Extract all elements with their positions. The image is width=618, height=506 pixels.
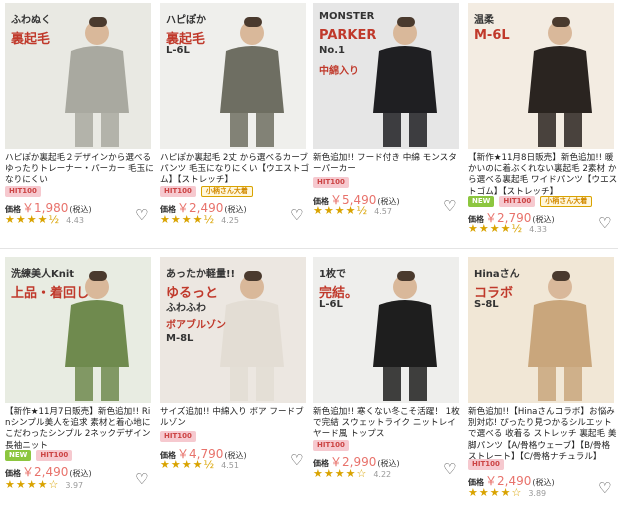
product-image-caption: ハピぽか: [166, 15, 206, 26]
product-image-caption: L-6L: [166, 45, 190, 56]
product-title[interactable]: ハピぽか裏起毛２デザインから選べるゆったりトレーナー・パーカー 毛玉になりにくい: [5, 153, 155, 187]
product-image-caption: Hinaさん: [474, 269, 520, 280]
star-icon: ★★★★☆: [468, 486, 523, 499]
product-image-caption: M-6L: [474, 28, 510, 43]
product-image[interactable]: Hinaさん コラボ S-8L: [468, 257, 614, 403]
product-image-caption: あったか軽量!!: [166, 269, 236, 280]
rating-score: 4.33: [529, 225, 547, 234]
rating: ★★★★☆ 3.97: [5, 478, 83, 491]
product-image[interactable]: あったか軽量!! ゆるっと ふわふわ ボアブルゾン M-8L: [160, 257, 306, 403]
badge-row: HIT100 小柄さん大着: [160, 186, 253, 197]
new-badge: NEW: [5, 450, 32, 461]
product-image-caption: MONSTER: [319, 11, 375, 22]
star-icon: ★★★★☆: [5, 478, 60, 491]
star-icon: ★★★★½: [313, 204, 369, 217]
product-title[interactable]: 新色追加!!【Hinaさんコラボ】お悩み別対応! ぴったり見つかるシルエットで選…: [468, 407, 618, 463]
rating: ★★★★☆ 4.22: [313, 467, 391, 480]
product-image-caption: 裏起毛: [11, 32, 51, 47]
favorite-heart-icon[interactable]: ♡: [443, 199, 456, 214]
product-image-caption: 温柔: [474, 15, 494, 26]
product-image[interactable]: 温柔 M-6L: [468, 3, 614, 149]
rating-score: 3.97: [65, 481, 84, 490]
product-image-caption: M-8L: [166, 333, 194, 344]
product-image-caption: 1枚で: [319, 269, 346, 280]
product-title[interactable]: 【新作★11月8日販売】新色追加!! 暖かいのに着ぶくれない裏起毛 2素材 から…: [468, 153, 618, 198]
hit-badge: HIT100: [499, 196, 536, 207]
badge-row: HIT100: [468, 459, 504, 470]
badge-row: NEW HIT100 小柄さん大着: [468, 196, 593, 207]
hit-badge: HIT100: [160, 431, 196, 442]
badge-row: HIT100: [313, 177, 349, 188]
badge-row: HIT100: [160, 431, 196, 442]
product-image-caption: 中綿入り: [319, 66, 359, 77]
product-image-caption: 上品・着回し: [11, 286, 90, 301]
rating-score: 4.22: [373, 470, 392, 479]
product-image[interactable]: 洗練美人Knit 上品・着回し: [5, 257, 151, 403]
rating: ★★★★½ 4.51: [160, 458, 239, 471]
size-badge: 小柄さん大着: [540, 196, 593, 207]
size-badge: 小柄さん大着: [200, 186, 253, 197]
star-icon: ★★★★½: [468, 222, 524, 235]
star-icon: ★★★★☆: [313, 467, 368, 480]
product-image-caption: S-8L: [474, 299, 499, 310]
product-title[interactable]: ハピぽか裏起毛 2丈 から選べるカーブパンツ 毛玉になりにくい【ウエストゴム】【…: [160, 153, 310, 187]
favorite-heart-icon[interactable]: ♡: [135, 472, 148, 487]
product-image[interactable]: 1枚で 完結。 L-6L: [313, 257, 459, 403]
rating: ★★★★½ 4.43: [5, 213, 84, 226]
product-image[interactable]: ふわぬく 裏起毛: [5, 3, 151, 149]
product-image-caption: ボアブルゾン: [166, 320, 226, 331]
badge-row: NEW HIT100: [5, 450, 73, 461]
rating-score: 3.89: [528, 489, 547, 498]
rating: ★★★★☆ 3.89: [468, 486, 546, 499]
favorite-heart-icon[interactable]: ♡: [290, 208, 303, 223]
row-divider: [0, 248, 618, 249]
favorite-heart-icon[interactable]: ♡: [290, 453, 303, 468]
favorite-heart-icon[interactable]: ♡: [135, 208, 148, 223]
rating: ★★★★½ 4.25: [160, 213, 239, 226]
product-image[interactable]: ハピぽか 裏起毛 L-6L: [160, 3, 306, 149]
rating-score: 4.43: [66, 216, 84, 225]
rating-score: 4.57: [374, 207, 392, 216]
price-value: ￥2,490: [22, 465, 69, 479]
favorite-heart-icon[interactable]: ♡: [443, 462, 456, 477]
star-icon: ★★★★½: [160, 458, 216, 471]
hit-badge: HIT100: [468, 459, 504, 470]
product-image-caption: 洗練美人Knit: [11, 269, 75, 280]
new-badge: NEW: [468, 196, 495, 207]
price-label: 価格: [5, 469, 21, 478]
rating-score: 4.25: [221, 216, 239, 225]
product-title[interactable]: 新色追加!! 寒くない冬こそ活躍！ 1枚で完結 スウェットライク ニットレイヤー…: [313, 407, 463, 441]
hit-badge: HIT100: [5, 186, 41, 197]
rating: ★★★★½ 4.57: [313, 204, 392, 217]
rating: ★★★★½ 4.33: [468, 222, 547, 235]
badge-row: HIT100: [5, 186, 41, 197]
product-image-caption: No.1: [319, 45, 345, 56]
badge-row: HIT100: [313, 440, 349, 451]
product-image-caption: PARKER: [319, 28, 377, 43]
product-image-caption: L-6L: [319, 299, 343, 310]
price-tax: (税込): [69, 469, 92, 478]
hit-badge: HIT100: [313, 177, 349, 188]
product-title[interactable]: サイズ追加!! 中綿入り ボア フードブルゾン: [160, 407, 310, 429]
product-image-caption: ふわぬく: [11, 15, 51, 26]
product-title[interactable]: 新色追加!! フード付き 中綿 モンスターパーカー: [313, 153, 463, 175]
rating-score: 4.51: [221, 461, 239, 470]
product-image-caption: ふわふわ: [166, 303, 206, 314]
product-title[interactable]: 【新作★11月7日販売】新色追加!! Rinシンプル美人を追求 素材と着心地にこ…: [5, 407, 155, 452]
star-icon: ★★★★½: [5, 213, 61, 226]
favorite-heart-icon[interactable]: ♡: [598, 481, 611, 496]
favorite-heart-icon[interactable]: ♡: [598, 216, 611, 231]
star-icon: ★★★★½: [160, 213, 216, 226]
product-image[interactable]: MONSTER PARKER No.1 中綿入り: [313, 3, 459, 149]
hit-badge: HIT100: [36, 450, 73, 461]
hit-badge: HIT100: [313, 440, 349, 451]
product-grid: ふわぬく裏起毛ハピぽか裏起毛２デザインから選べるゆったりトレーナー・パーカー 毛…: [0, 0, 618, 506]
hit-badge: HIT100: [160, 186, 196, 197]
